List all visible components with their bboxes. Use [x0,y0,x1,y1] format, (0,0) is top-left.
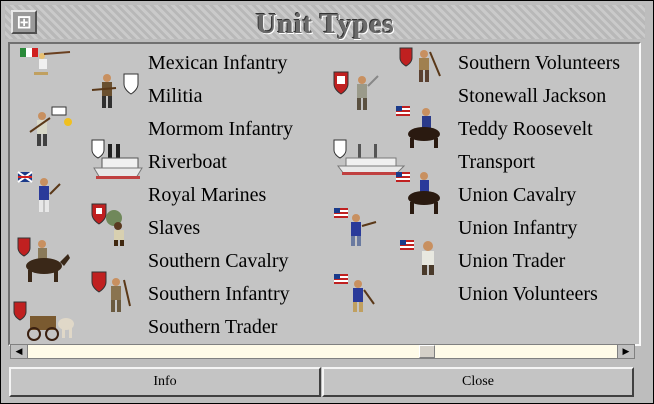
union-volunteers-icon [334,274,375,312]
unit-union-infantry[interactable]: Union Infantry [458,217,577,240]
slaves-icon [91,203,124,246]
union-cavalry-icon [396,172,440,214]
unit-southern-trader[interactable]: Southern Trader [148,316,277,339]
unit-union-cavalry[interactable]: Union Cavalry [458,184,576,207]
unit-teddy-roosevelt[interactable]: Teddy Roosevelt [458,118,593,141]
mexican-flag-soldier-icon [20,48,71,75]
unit-militia[interactable]: Militia [148,85,202,108]
info-button[interactable]: Info [9,367,321,397]
unit-union-trader[interactable]: Union Trader [458,250,565,273]
union-infantry-icon [334,208,377,246]
union-trader-icon [400,240,434,275]
unit-mexican-infantry[interactable]: Mexican Infantry [148,52,287,75]
southern-infantry-icon [91,271,131,312]
unit-union-volunteers[interactable]: Union Volunteers [458,283,598,306]
horizontal-scrollbar[interactable]: ◀ ▶ [10,344,635,359]
title-bar: ⊞ Unit Types [5,5,645,40]
unit-stonewall-jackson[interactable]: Stonewall Jackson [458,85,606,108]
unit-transport[interactable]: Transport [458,151,535,174]
unit-slaves[interactable]: Slaves [148,217,200,240]
unit-mormom-infantry[interactable]: Mormom Infantry [148,118,293,141]
unit-type-list[interactable]: Mexican Infantry Militia Mormom Infantry… [8,42,641,346]
riverboat-icon [91,139,143,179]
militia-soldier-icon [91,73,139,108]
unit-southern-infantry[interactable]: Southern Infantry [148,283,290,306]
southern-cavalry-icon [17,237,70,282]
unit-royal-marines[interactable]: Royal Marines [148,184,266,207]
southern-trader-icon [13,301,74,341]
scroll-right-arrow-icon[interactable]: ▶ [617,345,634,358]
close-button[interactable]: Close [322,367,634,397]
unit-riverboat[interactable]: Riverboat [148,151,227,174]
mormon-infantry-icon [29,106,72,146]
unit-types-window: ⊞ Unit Types Mexican Infantry Militia Mo… [0,0,654,404]
royal-marine-icon [17,171,61,212]
window-title: Unit Types [255,8,395,40]
southern-volunteers-icon [399,47,441,82]
unit-southern-cavalry[interactable]: Southern Cavalry [148,250,289,273]
unit-southern-volunteers[interactable]: Southern Volunteers [458,52,620,75]
scroll-left-arrow-icon[interactable]: ◀ [11,345,28,358]
scrollbar-thumb[interactable] [419,345,435,358]
stonewall-jackson-icon [333,71,379,110]
